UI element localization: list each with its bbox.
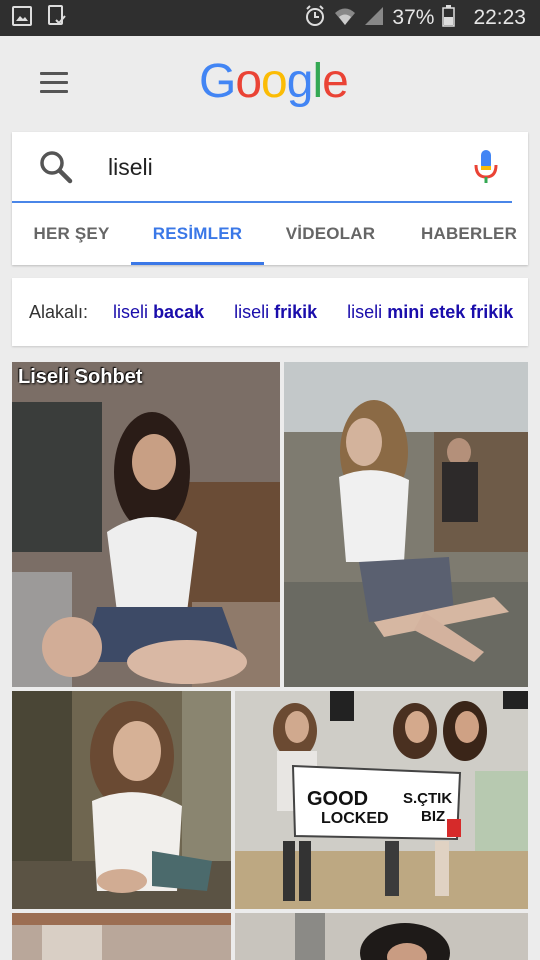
related-chip-bacak[interactable]: liseli bacak: [113, 302, 204, 323]
signal-icon: [364, 6, 384, 31]
chip-base: liseli: [234, 301, 270, 322]
menu-icon[interactable]: [40, 72, 68, 94]
gallery-icon: [12, 5, 32, 31]
tab-all[interactable]: HER ŞEY: [12, 203, 131, 265]
search-tabs: HER ŞEY RESİMLER VİDEOLAR HABERLER: [12, 203, 528, 265]
sign-text: GOOD: [307, 788, 368, 810]
image-result[interactable]: Liseli Sohbet: [12, 362, 280, 687]
image-caption: Liseli Sohbet: [18, 366, 143, 388]
download-check-icon: [46, 4, 68, 32]
status-bar: 37% 22:23: [0, 0, 540, 36]
related-chip-mini-etek[interactable]: liseli mini etek frikik: [347, 302, 513, 323]
search-box[interactable]: liseli: [12, 132, 528, 202]
battery-icon: [442, 4, 456, 32]
chip-bold: frikik: [274, 301, 318, 322]
microphone-icon[interactable]: [472, 150, 500, 186]
logo-letter: G: [199, 55, 236, 108]
logo-letter: g: [286, 55, 314, 108]
alarm-icon: [304, 4, 326, 32]
google-logo: Google: [199, 54, 349, 109]
search-card: liseli HER ŞEY RESİMLER VİDEOLAR HABERLE…: [12, 132, 528, 265]
image-result[interactable]: GOOD LOCKED S.ÇTIK BIZ: [235, 691, 528, 909]
sign-text: LOCKED: [321, 810, 389, 827]
chip-bold: mini etek frikik: [387, 301, 514, 322]
sign-text: BIZ: [421, 808, 445, 825]
image-result[interactable]: [12, 913, 231, 960]
tab-news[interactable]: HABERLER: [397, 203, 528, 265]
search-icon[interactable]: [39, 150, 73, 184]
battery-percent: 37%: [392, 6, 435, 29]
image-result[interactable]: [235, 913, 528, 960]
wifi-icon: [334, 6, 356, 31]
image-result[interactable]: [12, 691, 231, 909]
tab-videos[interactable]: VİDEOLAR: [264, 203, 397, 265]
logo-letter: e: [322, 55, 349, 108]
related-chip-frikik[interactable]: liseli frikik: [234, 302, 317, 323]
related-searches: Alakalı: liseli bacak liseli frikik lise…: [12, 278, 528, 346]
image-result[interactable]: [284, 362, 528, 687]
google-header: Google: [0, 36, 540, 132]
tab-images[interactable]: RESİMLER: [131, 203, 264, 265]
search-input[interactable]: liseli: [108, 154, 153, 181]
logo-letter: o: [261, 55, 288, 108]
related-label: Alakalı:: [29, 301, 89, 322]
logo-letter: o: [235, 55, 262, 108]
sign-text: S.ÇTIK: [403, 790, 452, 807]
chip-base: liseli: [113, 301, 149, 322]
clock: 22:23: [473, 6, 526, 29]
chip-base: liseli: [347, 301, 383, 322]
logo-letter: l: [312, 55, 323, 108]
chip-bold: bacak: [153, 301, 205, 322]
